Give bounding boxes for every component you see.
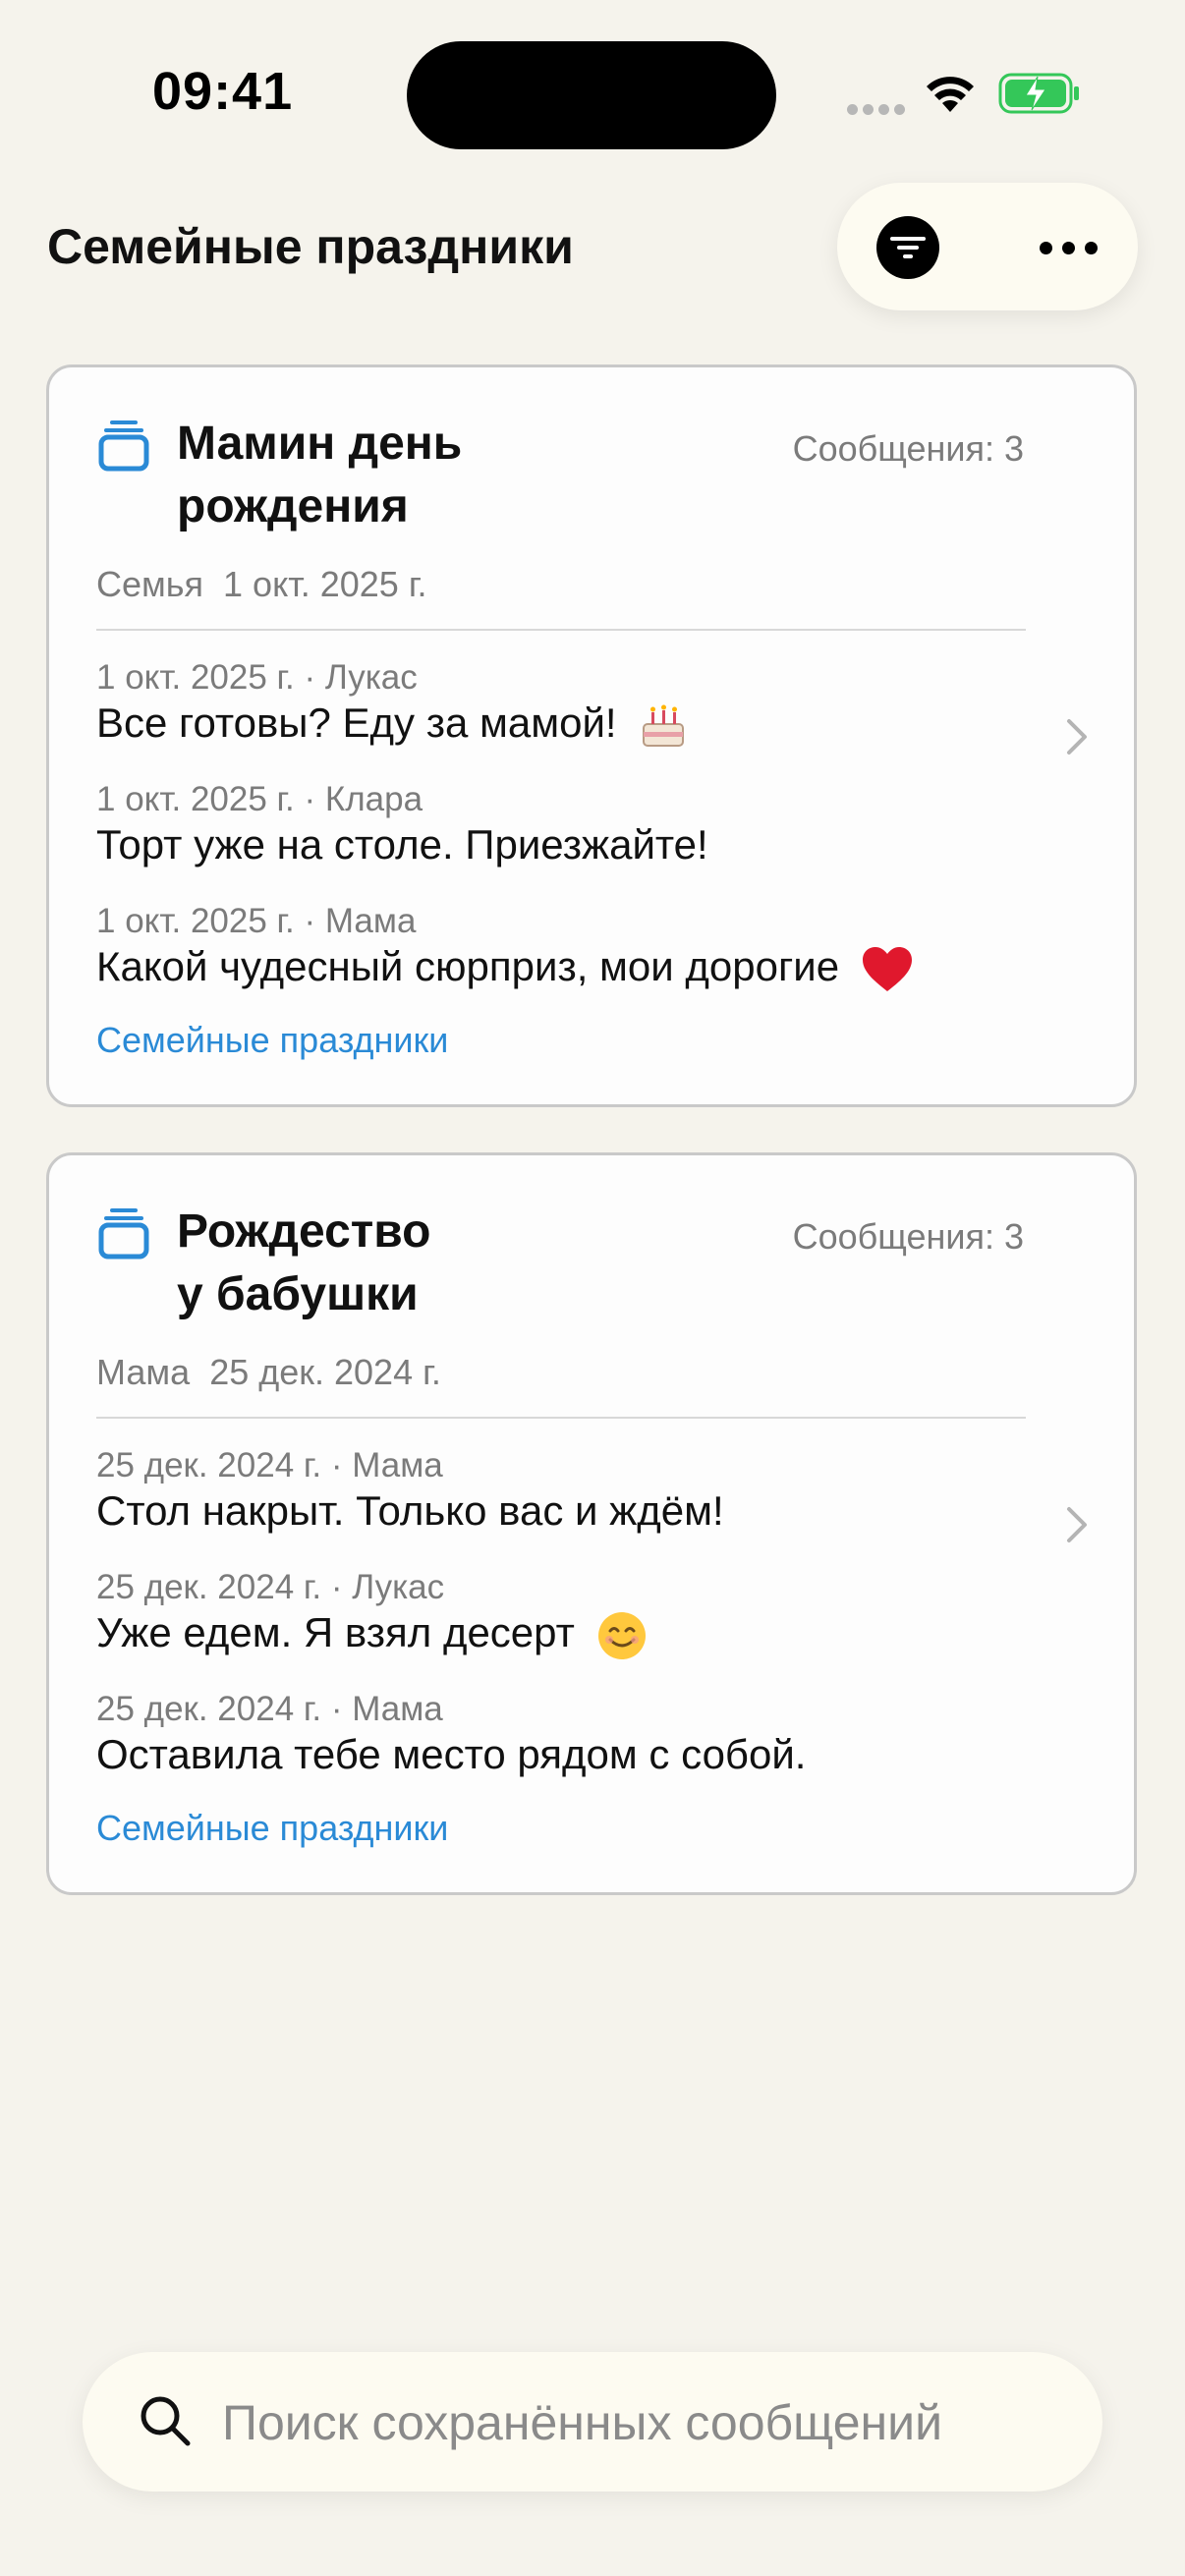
chevron-right-icon xyxy=(1067,719,1087,755)
status-time: 09:41 xyxy=(152,62,294,121)
ellipsis-dot xyxy=(1061,241,1075,254)
filter-button[interactable] xyxy=(876,216,939,279)
message-text-content: Какой чудесный сюрприз, мои дорогие xyxy=(96,943,840,989)
thread-title-line: Рождество xyxy=(177,1205,431,1258)
message-header: 1 окт. 2025 г. · Клара xyxy=(96,780,423,818)
signal-dots-icon xyxy=(847,102,910,120)
message-text-content: Торт уже на столе. Приезжайте! xyxy=(96,821,708,868)
battery-charging-icon xyxy=(998,73,1079,114)
message-text-content: Оставила тебе место рядом с собой. xyxy=(96,1731,807,1777)
smile-emoji-icon xyxy=(597,1611,646,1659)
message-header: 1 окт. 2025 г. · Мама xyxy=(96,902,417,940)
message-text-content: Все готовы? Еду за мамой! xyxy=(96,700,617,746)
stack-icon xyxy=(98,1208,149,1260)
message-count: Сообщения: 3 xyxy=(792,1216,1024,1257)
collection-link[interactable]: Семейные праздники xyxy=(96,1808,448,1849)
search-input[interactable] xyxy=(220,2381,1069,2464)
collection-link[interactable]: Семейные праздники xyxy=(96,1020,448,1061)
message-header: 25 дек. 2024 г. · Мама xyxy=(96,1446,443,1484)
thread-meta: Семья 1 окт. 2025 г. xyxy=(96,564,427,605)
message-header: 25 дек. 2024 г. · Мама xyxy=(96,1690,443,1728)
chevron-right-icon xyxy=(1067,1507,1087,1542)
ellipsis-dot xyxy=(1084,241,1098,254)
status-bar: 09:41 xyxy=(0,0,1185,187)
message-text: Уже едем. Я взял десерт xyxy=(96,1609,648,1661)
thread-title-line: у бабушки xyxy=(177,1268,419,1320)
message-header: 1 окт. 2025 г. · Лукас xyxy=(96,658,418,697)
thread-card[interactable]: Мамин день рождения Сообщения: 3 Семья 1 … xyxy=(46,364,1137,1107)
thread-meta: Мама 25 дек. 2024 г. xyxy=(96,1352,441,1393)
message-text: Какой чудесный сюрприз, мои дорогие xyxy=(96,943,914,994)
more-button[interactable] xyxy=(1034,216,1102,279)
dynamic-island xyxy=(407,41,776,149)
message-text: Все готовы? Еду за мамой! xyxy=(96,700,689,752)
thread-title: Мамин день рождения xyxy=(177,413,590,538)
message-text: Торт уже на столе. Приезжайте! xyxy=(96,821,708,868)
message-count: Сообщения: 3 xyxy=(792,428,1024,469)
thread-title: Рождество у бабушки xyxy=(177,1201,590,1326)
message-text-content: Стол накрыт. Только вас и ждём! xyxy=(96,1487,724,1534)
search-icon xyxy=(141,2396,191,2446)
thread-date: 1 окт. 2025 г. xyxy=(223,564,427,604)
search-bar[interactable] xyxy=(83,2352,1102,2492)
cake-emoji-icon xyxy=(643,704,685,747)
message-text-content: Уже едем. Я взял десерт xyxy=(96,1609,575,1655)
card-divider xyxy=(96,1417,1026,1419)
message-text: Стол накрыт. Только вас и ждём! xyxy=(96,1487,724,1535)
toolbar xyxy=(837,183,1138,310)
filter-lines-icon xyxy=(890,237,926,258)
thread-title-line: рождения xyxy=(177,480,409,532)
message-text: Оставила тебе место рядом с собой. xyxy=(96,1731,806,1778)
thread-owner: Мама xyxy=(96,1352,191,1392)
page-title: Семейные праздники xyxy=(47,219,574,274)
thread-date: 25 дек. 2024 г. xyxy=(209,1352,441,1392)
stack-icon xyxy=(98,420,149,472)
card-divider xyxy=(96,629,1026,631)
ellipsis-icon xyxy=(1039,241,1052,254)
heart-emoji-icon xyxy=(862,946,912,991)
thread-card[interactable]: Рождество у бабушки Сообщения: 3 Мама 25 … xyxy=(46,1152,1137,1895)
message-header: 25 дек. 2024 г. · Лукас xyxy=(96,1568,445,1606)
wifi-icon xyxy=(927,77,974,112)
thread-owner: Семья xyxy=(96,564,204,604)
thread-title-line: Мамин день xyxy=(177,418,463,470)
